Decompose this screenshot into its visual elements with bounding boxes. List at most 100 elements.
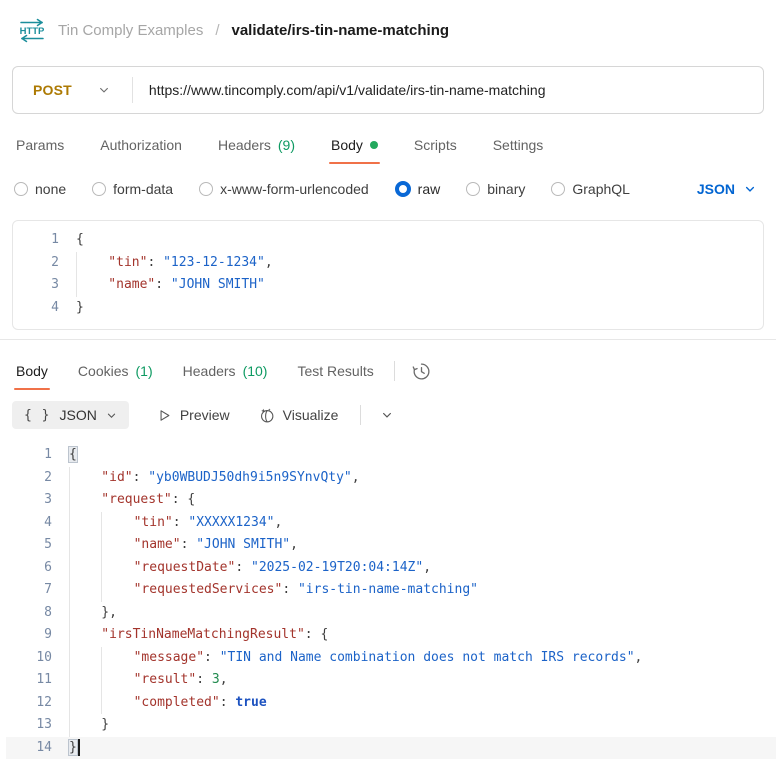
line-number: 11	[36, 672, 52, 687]
line-number: 1	[51, 232, 59, 247]
token: 3	[211, 672, 220, 687]
token: }	[69, 739, 77, 755]
response-toolbar: { } JSON Preview Visualize	[0, 390, 776, 438]
line-number: 4	[51, 299, 59, 315]
tab-count: (9)	[277, 137, 295, 153]
code-line[interactable]: 1{	[13, 229, 763, 252]
body-language-selector[interactable]: JSON	[697, 181, 762, 197]
tab-count: (10)	[242, 363, 268, 379]
code-content: "tin": "123-12-1234",	[76, 251, 273, 274]
body-type-binary[interactable]: binary	[466, 181, 525, 197]
line-number: 5	[44, 537, 52, 552]
code-content: "name": "JOHN SMITH",	[69, 534, 298, 557]
token: "id"	[101, 469, 133, 485]
radio-label: x-www-form-urlencoded	[220, 181, 369, 197]
body-type-graphql[interactable]: GraphQL	[551, 181, 630, 197]
tab-cookies[interactable]: Cookies (1)	[76, 352, 155, 390]
token: :	[155, 277, 171, 292]
line-number: 6	[44, 559, 52, 575]
radio-label: GraphQL	[572, 181, 630, 197]
divider	[393, 361, 395, 381]
token: "JOHN SMITH"	[170, 277, 265, 292]
tab-count: (1)	[135, 363, 153, 379]
token: :	[132, 469, 149, 485]
radio-icon	[466, 182, 481, 196]
response-body-viewer: 1{2 "id": "yb0WBUDJ50dh9i5n9SYnvQty", 3 "re…	[0, 438, 776, 762]
code-line: 14}	[6, 736, 776, 760]
body-type-raw[interactable]: raw	[394, 181, 441, 197]
tab-headers[interactable]: Headers (9)	[216, 126, 297, 164]
tab-body[interactable]: Body	[329, 126, 380, 164]
token: "2025-02-19T20:04:14Z"	[251, 559, 424, 575]
code-content: "id": "yb0WBUDJ50dh9i5n9SYnvQty",	[69, 466, 360, 489]
token: }	[101, 717, 110, 732]
indent-guide	[101, 579, 133, 602]
preview-button[interactable]: Preview	[157, 407, 230, 423]
svg-text:HTTP: HTTP	[20, 26, 45, 37]
response-format-selector[interactable]: { } JSON	[12, 401, 129, 429]
token: "yb0WBUDJ50dh9i5n9SYnvQty"	[148, 469, 352, 485]
tab-body[interactable]: Body	[14, 352, 50, 390]
indent-guide	[101, 691, 133, 714]
preview-label: Preview	[179, 407, 230, 423]
body-type-form-data[interactable]: form-data	[92, 181, 173, 197]
indent-guide	[69, 556, 101, 579]
token: ,	[274, 514, 283, 530]
response-tabs-row: Body Cookies (1) Headers (10) Test Results	[0, 352, 776, 390]
tab-settings[interactable]: Settings	[491, 126, 546, 164]
code-content: "request": {	[69, 489, 195, 512]
token: :	[235, 559, 251, 575]
breadcrumb-collection[interactable]: Tin Comply Examples	[58, 22, 203, 39]
indent-guide	[101, 556, 133, 579]
indent-guide	[69, 691, 101, 714]
token: ,	[351, 469, 360, 485]
tab-label: Settings	[492, 137, 544, 153]
more-options-chevron-icon[interactable]	[381, 409, 393, 421]
body-type-x-www-form-urlencoded[interactable]: x-www-form-urlencoded	[199, 181, 369, 197]
indent-guide	[101, 511, 133, 534]
token: "XXXXX1234"	[188, 514, 275, 530]
token: : {	[171, 492, 196, 507]
url-input[interactable]	[132, 82, 763, 98]
token: "name"	[133, 537, 181, 552]
indent-guide	[101, 669, 133, 692]
code-line[interactable]: 3 "name": "JOHN SMITH"	[13, 274, 763, 297]
radio-label: raw	[417, 181, 441, 197]
tab-label: Test Results	[297, 363, 374, 379]
indent-guide	[101, 646, 133, 669]
token: ,	[423, 559, 432, 575]
breadcrumb-request-name: validate/irs-tin-name-matching	[231, 21, 450, 39]
radio-icon	[92, 182, 107, 196]
token: "tin"	[133, 514, 173, 530]
indent-guide	[101, 534, 133, 557]
tab-test-results[interactable]: Test Results	[295, 352, 375, 390]
tab-label: Scripts	[413, 137, 457, 153]
indent-guide	[69, 669, 101, 692]
body-type-none[interactable]: none	[14, 181, 66, 197]
code-content: },	[69, 601, 117, 624]
tab-label: Headers	[182, 363, 236, 379]
tab-authorization[interactable]: Authorization	[98, 126, 184, 164]
divider	[360, 405, 362, 425]
code-content: }	[69, 737, 80, 760]
visualize-button[interactable]: Visualize	[258, 407, 338, 424]
tab-headers[interactable]: Headers (10)	[181, 352, 270, 390]
magic-wand-icon	[258, 407, 275, 424]
code-line[interactable]: 2 "tin": "123-12-1234",	[13, 251, 763, 274]
tab-params[interactable]: Params	[14, 126, 66, 164]
indent-guide	[69, 624, 101, 647]
indent-guide	[69, 601, 101, 624]
code-content: {	[76, 229, 84, 252]
request-body-editor[interactable]: 1{2 "tin": "123-12-1234", 3 "name": "JOHN S…	[12, 220, 764, 330]
indent-guide	[69, 646, 101, 669]
code-line: 11 "result": 3,	[6, 669, 776, 692]
radio-label: form-data	[113, 181, 174, 197]
code-content: {	[69, 444, 77, 467]
tab-scripts[interactable]: Scripts	[412, 126, 459, 164]
code-line[interactable]: 4}	[13, 297, 763, 320]
method-selector[interactable]: POST	[13, 82, 132, 98]
radio-label: none	[35, 181, 67, 197]
line-number: 8	[44, 604, 52, 620]
history-icon[interactable]	[411, 361, 432, 382]
line-number: 9	[44, 627, 52, 642]
